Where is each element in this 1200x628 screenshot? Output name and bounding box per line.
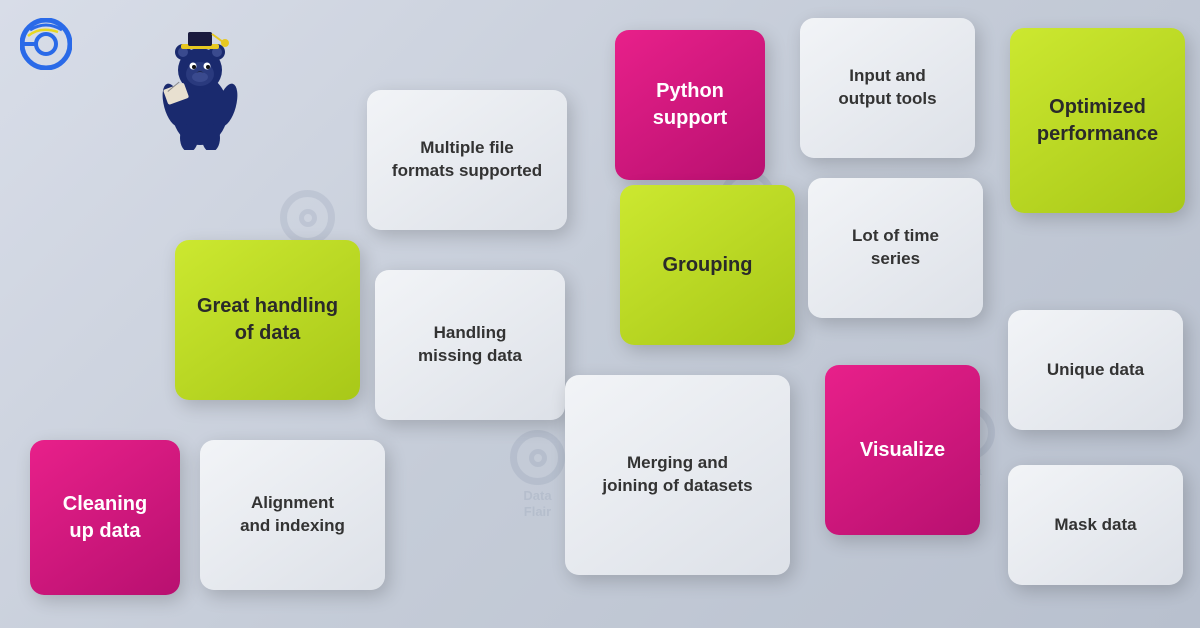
- card-great-handling: Great handling of data: [175, 240, 360, 400]
- card-label-cleaning-up: Cleaning up data: [63, 491, 147, 545]
- watermark-2: DataFlair: [510, 430, 565, 519]
- card-label-input-output: Input and output tools: [838, 65, 936, 111]
- card-input-output: Input and output tools: [800, 18, 975, 158]
- card-label-handling-missing: Handling missing data: [418, 322, 522, 368]
- card-python-support: Python support: [615, 30, 765, 180]
- card-label-merging-joining: Merging and joining of datasets: [602, 452, 752, 498]
- card-label-lot-time-series: Lot of time series: [852, 225, 939, 271]
- card-label-unique-data: Unique data: [1047, 359, 1144, 382]
- card-label-mask-data: Mask data: [1054, 514, 1136, 537]
- card-cleaning-up: Cleaning up data: [30, 440, 180, 595]
- card-multiple-file: Multiple file formats supported: [367, 90, 567, 230]
- card-optimized-performance: Optimized performance: [1010, 28, 1185, 213]
- card-label-visualize: Visualize: [860, 437, 945, 464]
- card-label-optimized-performance: Optimized performance: [1037, 94, 1158, 148]
- card-mask-data: Mask data: [1008, 465, 1183, 585]
- card-label-python-support: Python support: [653, 78, 727, 132]
- bear-mascot: [155, 20, 245, 140]
- card-handling-missing: Handling missing data: [375, 270, 565, 420]
- card-label-alignment-indexing: Alignment and indexing: [240, 492, 345, 538]
- card-unique-data: Unique data: [1008, 310, 1183, 430]
- card-alignment-indexing: Alignment and indexing: [200, 440, 385, 590]
- card-label-grouping: Grouping: [663, 252, 753, 279]
- card-label-great-handling: Great handling of data: [197, 293, 338, 347]
- card-merging-joining: Merging and joining of datasets: [565, 375, 790, 575]
- logo: [20, 18, 80, 70]
- card-label-multiple-file: Multiple file formats supported: [392, 137, 542, 183]
- card-visualize: Visualize: [825, 365, 980, 535]
- card-grouping: Grouping: [620, 185, 795, 345]
- card-lot-time-series: Lot of time series: [808, 178, 983, 318]
